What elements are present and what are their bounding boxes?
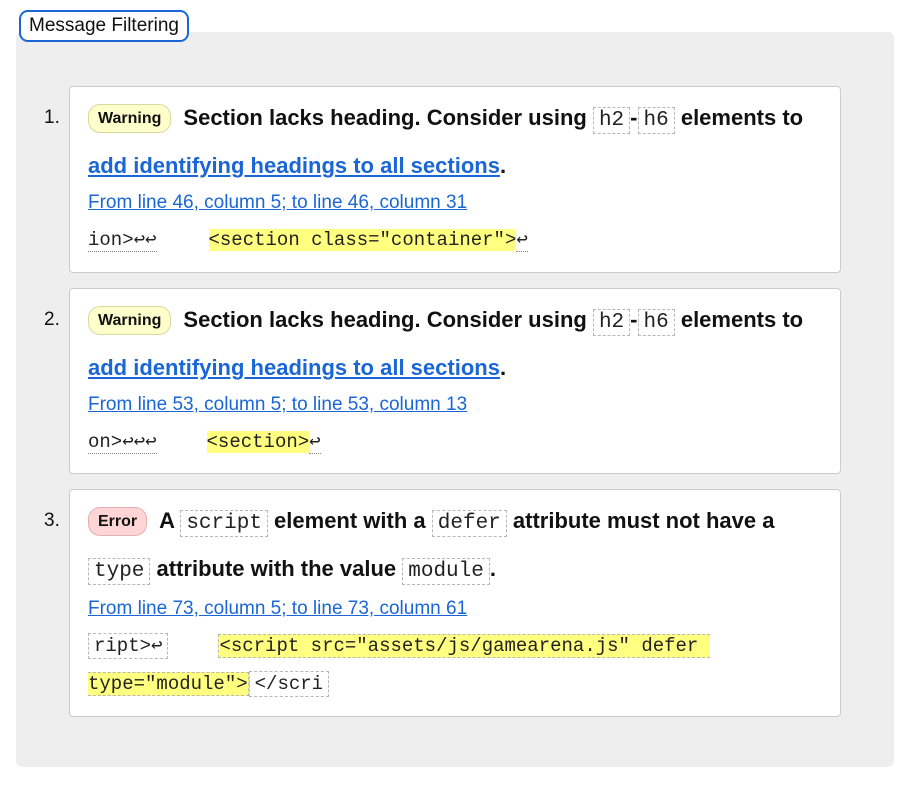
extract-context: </scri <box>248 671 330 697</box>
message-text-part: element with a <box>267 508 432 533</box>
warning-badge: Warning <box>88 306 172 335</box>
code-script: script <box>180 510 268 537</box>
message-text-part: . <box>499 355 507 380</box>
message-number: 2. <box>44 309 60 330</box>
message-text-part: Section lacks heading. Consider using <box>183 105 593 130</box>
message-text-part: . <box>489 556 496 581</box>
message-card-warning: Warning Section lacks heading. Consider u… <box>69 86 841 273</box>
message-text-part: . <box>499 153 507 178</box>
message-text-part: Section lacks heading. Consider using <box>183 307 593 332</box>
extract-context: ↩ <box>309 431 321 454</box>
code-extract: ion>↩↩ <section class="container">↩ <box>88 221 826 259</box>
code-h2: h2 <box>592 107 631 134</box>
message-text-part: elements to <box>674 105 804 130</box>
error-badge: Error <box>88 507 148 536</box>
message-text-part: elements to <box>674 307 804 332</box>
extract-context: ↩ <box>516 229 528 252</box>
extract-highlight: <script src="assets/js/gamearena.js" def… <box>88 634 710 696</box>
source-location-link[interactable]: From line 53, column 5; to line 53, colu… <box>88 394 826 416</box>
message-text-separator: - <box>630 307 638 332</box>
source-location-link[interactable]: From line 46, column 5; to line 46, colu… <box>88 192 826 214</box>
code-h2: h2 <box>592 309 631 336</box>
message-text: Error A script element with a defer attri… <box>88 498 826 594</box>
extract-context: ion>↩↩ <box>88 229 157 252</box>
warning-badge: Warning <box>88 104 172 133</box>
message-text: Warning Section lacks heading. Consider u… <box>88 95 826 188</box>
code-h6: h6 <box>637 309 675 336</box>
message-text-part: attribute must not have a <box>506 508 775 533</box>
source-location-link[interactable]: From line 73, column 5; to line 73, colu… <box>88 598 826 620</box>
code-extract: ript>↩ <script src="assets/js/gamearena.j… <box>88 627 826 703</box>
message-number: 3. <box>44 510 60 531</box>
message-card-warning: Warning Section lacks heading. Consider u… <box>69 288 841 474</box>
message-text-part: attribute with the value <box>150 556 403 581</box>
extract-highlight: <section class="container"> <box>208 229 517 251</box>
code-h6: h6 <box>637 107 675 134</box>
headings-help-link[interactable]: add identifying headings to all sections <box>88 153 500 178</box>
message-text-separator: - <box>630 105 638 130</box>
message-text-part: A <box>159 508 181 533</box>
message-number: 1. <box>44 107 60 128</box>
extract-highlight: <section> <box>206 431 310 453</box>
extract-context: on>↩↩↩ <box>88 431 157 454</box>
message-text: Warning Section lacks heading. Consider u… <box>88 297 826 390</box>
code-type: type <box>88 558 151 585</box>
extract-context: ript>↩ <box>88 633 169 659</box>
message-card-error: Error A script element with a defer attri… <box>69 489 841 717</box>
message-filtering-button[interactable]: Message Filtering <box>19 10 189 42</box>
code-extract: on>↩↩↩ <section>↩ <box>88 423 826 461</box>
headings-help-link[interactable]: add identifying headings to all sections <box>88 355 500 380</box>
code-module: module <box>402 558 490 585</box>
code-defer: defer <box>431 510 507 537</box>
